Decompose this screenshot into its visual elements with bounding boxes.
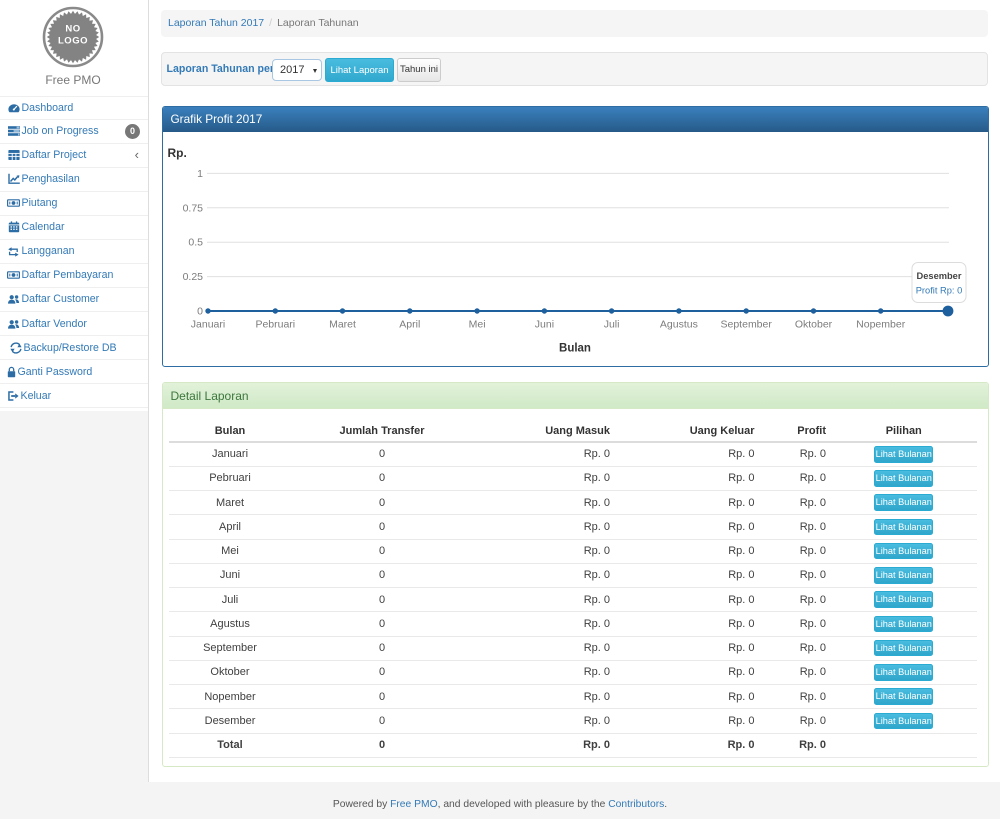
svg-text:0.75: 0.75 (183, 202, 204, 214)
svg-text:Desember: Desember (917, 271, 962, 281)
svg-text:0.25: 0.25 (183, 271, 204, 283)
svg-text:NO: NO (65, 24, 80, 35)
svg-text:1: 1 (197, 168, 203, 180)
svg-text:Juli: Juli (604, 319, 620, 331)
svg-text:Rp.: Rp. (168, 146, 187, 160)
svg-text:Profit Rp: 0: Profit Rp: 0 (916, 286, 963, 296)
svg-text:Nopember: Nopember (856, 319, 906, 331)
svg-text:Juni: Juni (535, 319, 554, 331)
svg-text:0: 0 (197, 306, 203, 318)
svg-text:Januari: Januari (191, 319, 225, 331)
svg-text:Bulan: Bulan (559, 343, 591, 355)
svg-text:LOGO: LOGO (58, 36, 88, 47)
svg-text:April: April (399, 319, 420, 331)
svg-text:Pebruari: Pebruari (255, 319, 295, 331)
svg-text:Mei: Mei (469, 319, 486, 331)
svg-text:0.5: 0.5 (188, 237, 203, 249)
svg-text:Agustus: Agustus (660, 319, 698, 331)
svg-text:Maret: Maret (329, 319, 356, 331)
svg-text:Oktober: Oktober (795, 319, 833, 331)
svg-text:September: September (721, 319, 773, 331)
